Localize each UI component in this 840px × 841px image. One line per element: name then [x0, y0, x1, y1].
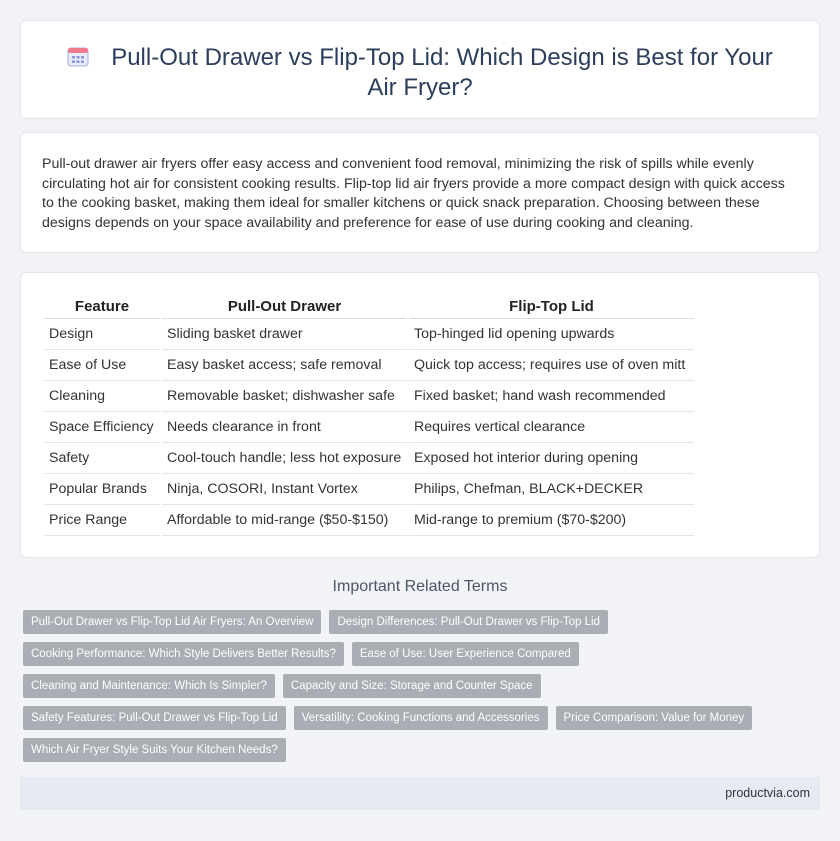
table-row: Safety Cool-touch handle; less hot expos…: [44, 443, 694, 474]
table-row: Popular Brands Ninja, COSORI, Instant Vo…: [44, 474, 694, 505]
table-cell: Design: [44, 319, 160, 350]
related-terms-title: Important Related Terms: [332, 578, 508, 595]
footer: productvia.com: [20, 777, 820, 810]
table-cell: Cleaning: [44, 381, 160, 412]
related-term-tag[interactable]: Cleaning and Maintenance: Which Is Simpl…: [23, 674, 275, 698]
table-cell: Removable basket; dishwasher safe: [162, 381, 407, 412]
table-cell: Philips, Chefman, BLACK+DECKER: [409, 474, 694, 505]
table-row: Space Efficiency Needs clearance in fron…: [44, 412, 694, 443]
related-terms-tags: Pull-Out Drawer vs Flip-Top Lid Air Frye…: [23, 610, 813, 770]
footer-site-link[interactable]: productvia.com: [725, 786, 810, 800]
table-cell: Space Efficiency: [44, 412, 160, 443]
related-term-tag[interactable]: Capacity and Size: Storage and Counter S…: [282, 674, 541, 698]
table-cell: Sliding basket drawer: [162, 319, 407, 350]
table-cell: Easy basket access; safe removal: [162, 350, 407, 381]
table-cell: Mid-range to premium ($70-$200): [409, 505, 694, 536]
calendar-icon: [67, 47, 89, 67]
comparison-table: Feature Pull-Out Drawer Flip-Top Lid Des…: [42, 295, 696, 536]
table-cell: Top-hinged lid opening upwards: [409, 319, 694, 350]
table-cell: Popular Brands: [44, 474, 160, 505]
tag-row: Cooking Performance: Which Style Deliver…: [23, 642, 813, 666]
comparison-table-card: Feature Pull-Out Drawer Flip-Top Lid Des…: [20, 272, 820, 558]
related-term-tag[interactable]: Which Air Fryer Style Suits Your Kitchen…: [23, 738, 286, 762]
header-feature: Feature: [44, 295, 160, 319]
table-cell: Ease of Use: [44, 350, 160, 381]
related-term-tag[interactable]: Safety Features: Pull-Out Drawer vs Flip…: [23, 706, 286, 730]
table-row: Ease of Use Easy basket access; safe rem…: [44, 350, 694, 381]
related-term-tag[interactable]: Ease of Use: User Experience Compared: [351, 642, 579, 666]
related-term-tag[interactable]: Cooking Performance: Which Style Deliver…: [23, 642, 344, 666]
table-cell: Safety: [44, 443, 160, 474]
tag-row: Which Air Fryer Style Suits Your Kitchen…: [23, 738, 813, 762]
table-row: Design Sliding basket drawer Top-hinged …: [44, 319, 694, 350]
related-term-tag[interactable]: Price Comparison: Value for Money: [555, 706, 753, 730]
tag-row: Cleaning and Maintenance: Which Is Simpl…: [23, 674, 813, 698]
table-cell: Quick top access; requires use of oven m…: [409, 350, 694, 381]
related-term-tag[interactable]: Versatility: Cooking Functions and Acces…: [293, 706, 548, 730]
tag-row: Pull-Out Drawer vs Flip-Top Lid Air Frye…: [23, 610, 813, 634]
table-row: Price Range Affordable to mid-range ($50…: [44, 505, 694, 536]
table-cell: Affordable to mid-range ($50-$150): [162, 505, 407, 536]
table-header-row: Feature Pull-Out Drawer Flip-Top Lid: [44, 295, 694, 319]
table-cell: Requires vertical clearance: [409, 412, 694, 443]
header-flip-top-lid: Flip-Top Lid: [409, 295, 694, 319]
page-title-row: Pull-Out Drawer vs Flip-Top Lid: Which D…: [21, 43, 819, 103]
table-row: Cleaning Removable basket; dishwasher sa…: [44, 381, 694, 412]
table-cell: Ninja, COSORI, Instant Vortex: [162, 474, 407, 505]
header-pull-out-drawer: Pull-Out Drawer: [162, 295, 407, 319]
table-cell: Price Range: [44, 505, 160, 536]
page-title: Pull-Out Drawer vs Flip-Top Lid: Which D…: [111, 44, 773, 101]
header-card: Pull-Out Drawer vs Flip-Top Lid: Which D…: [20, 20, 820, 119]
summary-card: Pull-out drawer air fryers offer easy ac…: [20, 132, 820, 253]
related-term-tag[interactable]: Pull-Out Drawer vs Flip-Top Lid Air Frye…: [23, 610, 322, 634]
tag-row: Safety Features: Pull-Out Drawer vs Flip…: [23, 706, 813, 730]
table-cell: Fixed basket; hand wash recommended: [409, 381, 694, 412]
table-cell: Cool-touch handle; less hot exposure: [162, 443, 407, 474]
summary-paragraph: Pull-out drawer air fryers offer easy ac…: [42, 156, 785, 231]
table-cell: Needs clearance in front: [162, 412, 407, 443]
table-cell: Exposed hot interior during opening: [409, 443, 694, 474]
related-term-tag[interactable]: Design Differences: Pull-Out Drawer vs F…: [329, 610, 608, 634]
